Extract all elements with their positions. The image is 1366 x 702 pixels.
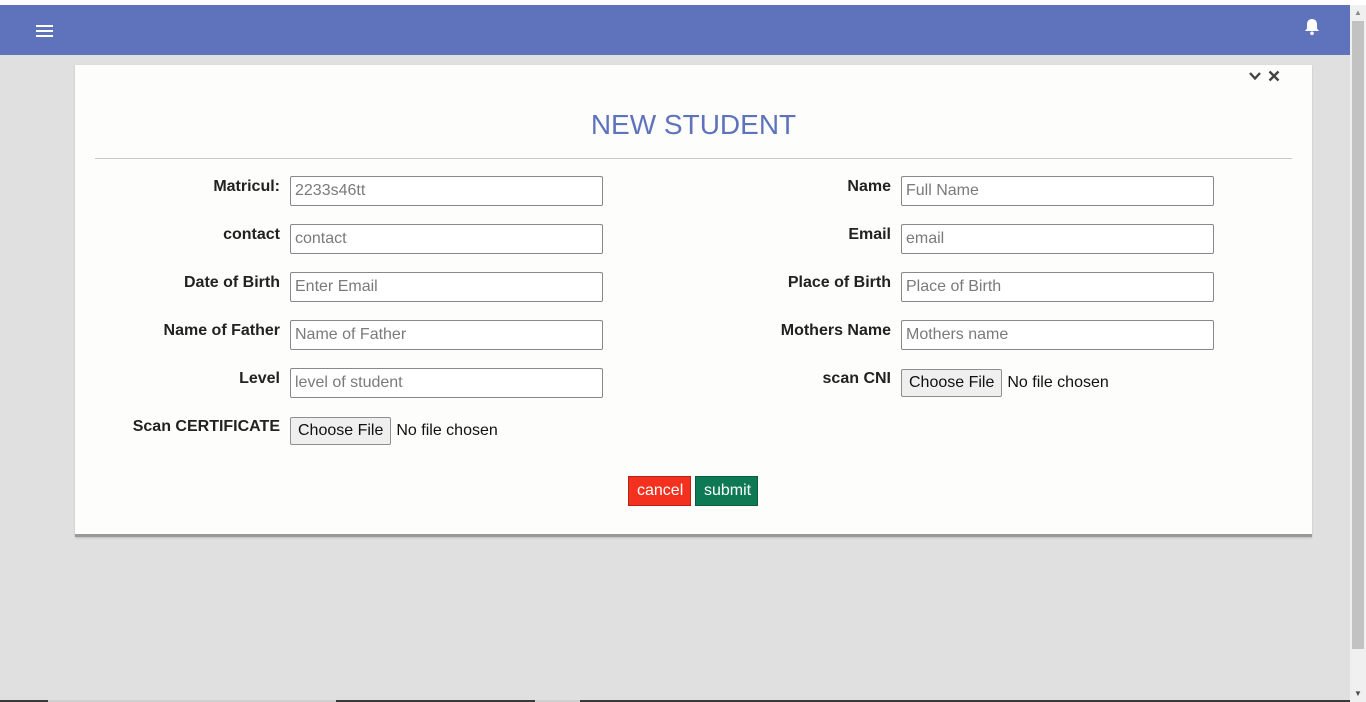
scroll-down-arrow-icon[interactable]: ▼ <box>1350 686 1366 702</box>
scroll-up-arrow-icon[interactable]: ▲ <box>1350 5 1366 21</box>
place-of-birth-input[interactable] <box>901 272 1214 302</box>
contact-input[interactable] <box>290 224 603 254</box>
scan-cni-choose-file-button[interactable]: Choose File <box>901 369 1003 397</box>
date-of-birth-label: Date of Birth <box>184 274 280 291</box>
matricul-label: Matricul: <box>213 178 280 195</box>
scan-certificate-label: Scan CERTIFICATE <box>132 418 280 435</box>
cancel-button[interactable]: cancel <box>628 476 691 506</box>
hamburger-menu-icon[interactable] <box>36 25 53 37</box>
bell-icon[interactable] <box>1303 17 1321 37</box>
chevron-down-icon[interactable] <box>1248 69 1262 87</box>
scan-certificate-choose-file-button[interactable]: Choose File <box>290 417 392 445</box>
scan-cni-label-wrap: scan CNI <box>675 368 891 398</box>
contact-label: contact <box>223 226 280 243</box>
level-label: Level <box>239 370 280 387</box>
contact-label-wrap: contact <box>75 224 280 254</box>
new-student-card: NEW STUDENT Matricul: contact Date of Bi… <box>75 65 1312 537</box>
card-tools <box>1248 69 1280 87</box>
email-label: Email <box>848 226 891 243</box>
email-label-wrap: Email <box>675 224 891 254</box>
scan-certificate-label-wrap: Scan CERTIFICATE <box>75 416 280 446</box>
place-of-birth-label-wrap: Place of Birth <box>675 272 891 302</box>
name-label-wrap: Name <box>675 176 891 206</box>
date-of-birth-label-wrap: Date of Birth <box>75 272 280 302</box>
name-of-father-input[interactable] <box>290 320 603 350</box>
scan-cni-file-status: No file chosen <box>1007 374 1109 391</box>
mothers-name-label: Mothers Name <box>780 322 891 339</box>
top-navbar <box>0 5 1350 55</box>
submit-button[interactable]: submit <box>695 476 758 506</box>
title-divider <box>95 158 1292 159</box>
scan-cni-label: scan CNI <box>822 370 891 387</box>
mothers-name-input[interactable] <box>901 320 1214 350</box>
scroll-thumb[interactable] <box>1352 21 1364 649</box>
date-of-birth-input[interactable] <box>290 272 603 302</box>
scan-cni-file-input[interactable]: Choose File No file chosen <box>901 368 1109 398</box>
page-title: NEW STUDENT <box>590 109 797 140</box>
level-label-wrap: Level <box>75 368 280 398</box>
place-of-birth-label: Place of Birth <box>787 274 891 291</box>
name-label: Name <box>847 178 891 195</box>
name-of-father-label-wrap: Name of Father <box>75 320 280 350</box>
email-input[interactable] <box>901 224 1214 254</box>
mothers-name-label-wrap: Mothers Name <box>675 320 891 350</box>
scan-certificate-file-input[interactable]: Choose File No file chosen <box>290 416 498 446</box>
matricul-label-wrap: Matricul: <box>75 176 280 206</box>
name-of-father-label: Name of Father <box>163 322 280 339</box>
scan-certificate-file-status: No file chosen <box>396 422 498 439</box>
matricul-input[interactable] <box>290 176 603 206</box>
vertical-scrollbar[interactable]: ▲ ▼ <box>1350 5 1366 702</box>
level-input[interactable] <box>290 368 603 398</box>
name-input[interactable] <box>901 176 1214 206</box>
close-icon[interactable] <box>1268 69 1280 87</box>
